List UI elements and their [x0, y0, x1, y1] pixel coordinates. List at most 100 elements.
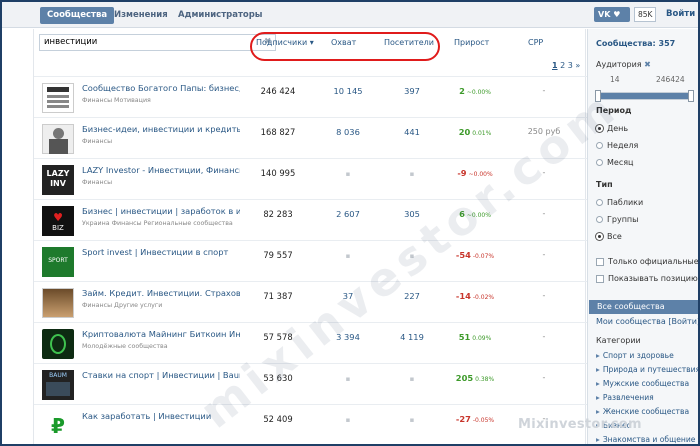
slider-handle-min[interactable]: [595, 90, 601, 102]
growth-value: -14 -0.02%: [445, 291, 505, 301]
growth-percent: -0.07%: [472, 253, 495, 260]
category-item[interactable]: Природа и путешествия: [596, 365, 698, 374]
category-item[interactable]: Бизнес: [596, 421, 631, 430]
type-label: Тип: [596, 180, 613, 189]
type-option-publics[interactable]: Паблики: [596, 198, 643, 207]
community-avatar[interactable]: [42, 329, 74, 359]
community-avatar[interactable]: LAZY INV: [42, 165, 74, 195]
community-categories: Украина Финансы Региональные сообщества: [82, 220, 233, 227]
table-row[interactable]: LAZY INV LAZY Investor - Инвестиции, Финан…: [34, 158, 587, 199]
radio[interactable]: [596, 142, 603, 149]
all-communities-link[interactable]: Все сообщества: [589, 300, 698, 314]
checkbox[interactable]: [596, 257, 604, 266]
period-option-week[interactable]: Неделя: [596, 141, 638, 150]
community-avatar[interactable]: SPORT: [42, 247, 74, 277]
visitors-value: ▪: [387, 414, 437, 424]
radio-checked[interactable]: [596, 125, 603, 132]
type-groups-label: Группы: [607, 215, 639, 224]
community-name-link[interactable]: Бизнес-идеи, инвестиции и кредиты: [82, 124, 240, 134]
community-avatar[interactable]: BAUM: [42, 370, 74, 400]
period-week-label: Неделя: [607, 141, 639, 150]
vk-like-button[interactable]: VK ♥: [594, 7, 630, 22]
tab-administrators[interactable]: Администраторы: [172, 7, 269, 24]
radio[interactable]: [596, 216, 603, 223]
like-count-badge: 85K: [634, 7, 657, 22]
page-link[interactable]: 2: [560, 61, 565, 70]
next-page-link[interactable]: »: [575, 61, 580, 70]
visitors-value: 397: [387, 86, 437, 96]
community-avatar[interactable]: [42, 83, 74, 113]
login-link[interactable]: Войти: [666, 7, 695, 22]
growth-value: -27 -0.05%: [445, 414, 505, 424]
lock-icon: ▪: [409, 375, 415, 383]
visitors-value-text: 227: [404, 291, 420, 301]
growth-percent: 0.01%: [472, 130, 492, 137]
only-official-label: Только официальные: [608, 257, 699, 266]
heart-icon: ♥: [613, 10, 621, 19]
community-name-link[interactable]: LAZY Investor - Инвестиции, Финансы,: [82, 165, 240, 175]
table-row[interactable]: Займ. Кредит. Инвестиции. Страховані Фина…: [34, 281, 587, 322]
community-name-link[interactable]: Займ. Кредит. Инвестиции. Страховані: [82, 288, 240, 298]
period-option-month[interactable]: Месяц: [596, 158, 633, 167]
category-item[interactable]: Знакомства и общение: [596, 435, 696, 444]
type-all-label: Все: [607, 232, 622, 241]
radio[interactable]: [596, 199, 603, 206]
subscribers-value: 82 283: [263, 209, 293, 219]
tab-changes[interactable]: Изменения: [108, 7, 174, 24]
show-position-checkbox[interactable]: Показывать позицию: [596, 274, 698, 283]
growth-value: -54 -0.07%: [445, 250, 505, 260]
category-item[interactable]: Развлечения: [596, 393, 654, 402]
growth-value: -9 ~0.00%: [445, 168, 505, 178]
audience-min: 14: [610, 75, 620, 84]
community-name-link[interactable]: Как заработать | Инвестиции: [82, 411, 240, 421]
column-header-cpp[interactable]: CPP: [528, 38, 543, 47]
period-option-day[interactable]: День: [596, 124, 628, 133]
my-communities-link[interactable]: Мои сообщества [Войти]: [596, 317, 698, 326]
page-link[interactable]: 3: [568, 61, 573, 70]
reach-value: ▪: [323, 373, 373, 383]
type-option-groups[interactable]: Группы: [596, 215, 638, 224]
show-position-label: Показывать позицию: [608, 274, 698, 283]
checkbox[interactable]: [596, 274, 604, 283]
search-input[interactable]: инвестиции: [39, 34, 276, 51]
community-name-link[interactable]: Криптовалюта Майнинг Биткоин Инвес: [82, 329, 240, 339]
category-item[interactable]: Мужские сообщества: [596, 379, 689, 388]
page-current[interactable]: 1: [552, 61, 558, 70]
column-header-growth[interactable]: Прирост: [454, 38, 489, 47]
growth-number: 20: [458, 127, 471, 137]
table-row[interactable]: SPORT Sport invest | Инвестиции в спорт 79…: [34, 240, 587, 281]
table-row[interactable]: Криптовалюта Майнинг Биткоин Инвес Молодё…: [34, 322, 587, 363]
tab-communities[interactable]: Сообщества: [40, 7, 115, 24]
community-name-link[interactable]: Бизнес | инвестиции | заработок в инте: [82, 206, 240, 216]
category-item[interactable]: Женские сообщества: [596, 407, 689, 416]
visitors-value: ▪: [387, 168, 437, 178]
lock-icon: ▪: [409, 252, 415, 260]
community-avatar[interactable]: [42, 124, 74, 154]
only-official-checkbox[interactable]: Только официальные: [596, 257, 699, 266]
community-name-link[interactable]: Sport invest | Инвестиции в спорт: [82, 247, 240, 257]
audience-range-slider[interactable]: [595, 90, 694, 102]
table-row[interactable]: Бизнес-идеи, инвестиции и кредиты Финансы…: [34, 117, 587, 158]
growth-number: -9: [457, 168, 467, 178]
visitors-value: ▪: [387, 250, 437, 260]
visitors-value: 441: [387, 127, 437, 137]
slider-handle-max[interactable]: [688, 90, 694, 102]
community-avatar[interactable]: [42, 288, 74, 318]
table-row[interactable]: BAUM Ставки на спорт | Инвестиции | Bauma…: [34, 363, 587, 404]
table-row[interactable]: ₽ Как заработать | Инвестиции 52 409 ▪ ▪ -27-…: [34, 404, 587, 444]
close-icon[interactable]: ✖: [644, 60, 651, 69]
category-item[interactable]: Спорт и здоровье: [596, 351, 674, 360]
table-row[interactable]: Сообщество Богатого Папы: бизнес, и Финан…: [34, 76, 587, 117]
radio[interactable]: [596, 159, 603, 166]
cpp-value: -: [542, 373, 546, 382]
community-name-link[interactable]: Сообщество Богатого Папы: бизнес, и: [82, 83, 240, 93]
visitors-value-text: 4 119: [400, 332, 424, 342]
community-avatar[interactable]: ₽: [42, 411, 74, 441]
table-row[interactable]: ♥ BIZ Бизнес | инвестиции | заработок в ин…: [34, 199, 587, 240]
community-avatar[interactable]: ♥ BIZ: [42, 206, 74, 236]
radio-checked[interactable]: [596, 233, 603, 240]
communities-count: Сообщества: 357: [596, 39, 676, 48]
type-option-all[interactable]: Все: [596, 232, 622, 241]
community-name-link[interactable]: Ставки на спорт | Инвестиции | Baumar: [82, 370, 240, 380]
community-categories: Финансы Мотивация: [82, 97, 151, 104]
